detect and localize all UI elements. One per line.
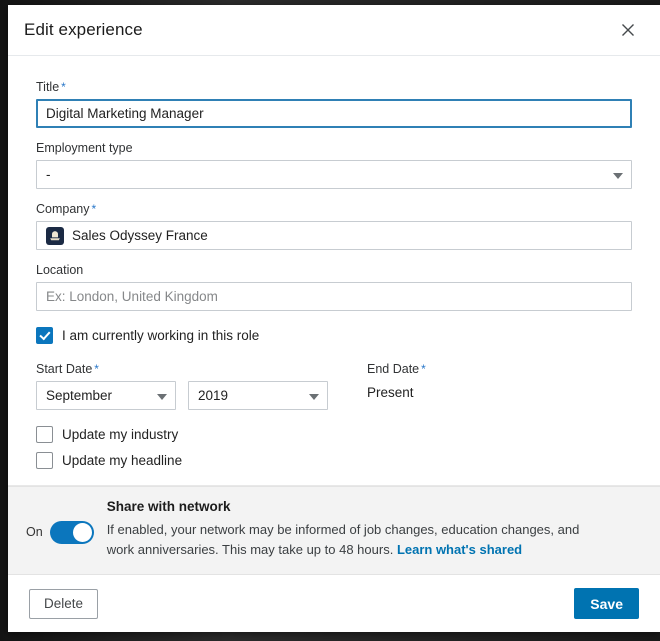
end-date-value: Present: [367, 385, 414, 400]
title-input[interactable]: [36, 99, 632, 128]
currently-working-label: I am currently working in this role: [62, 328, 260, 343]
share-description: If enabled, your network may be informed…: [107, 520, 607, 560]
share-toggle[interactable]: [49, 520, 94, 544]
company-logo-icon: [46, 226, 64, 245]
location-label: Location: [36, 263, 84, 277]
checkbox-checked-icon: [36, 327, 53, 344]
edit-experience-modal: Edit experience Title* Employment type -: [8, 5, 660, 632]
share-toggle-group[interactable]: On: [26, 520, 94, 544]
delete-button[interactable]: Delete: [29, 588, 99, 619]
start-date-group: Start Date * September 2019: [36, 362, 348, 410]
update-industry-checkbox[interactable]: Update my industry: [36, 426, 632, 443]
learn-what-is-shared-link[interactable]: Learn what's shared: [397, 542, 522, 557]
company-label: Company *: [36, 202, 97, 216]
end-date-group: End Date * Present: [348, 362, 632, 410]
start-year-select[interactable]: 2019: [188, 381, 328, 410]
employment-type-select[interactable]: -: [36, 160, 632, 189]
required-asterisk: *: [91, 202, 97, 216]
modal-footer: Delete Save: [8, 575, 660, 632]
date-row: Start Date * September 2019 End Date * P…: [36, 362, 632, 410]
checkbox-empty-icon: [36, 452, 53, 469]
employment-type-field-group: Employment type -: [36, 141, 632, 189]
update-headline-label: Update my headline: [62, 453, 183, 468]
page-title: Edit experience: [24, 20, 143, 39]
title-field-group: Title *: [36, 80, 632, 128]
save-button[interactable]: Save: [574, 588, 639, 619]
employment-type-label: Employment type: [36, 141, 133, 155]
start-month-select[interactable]: September: [36, 381, 176, 410]
start-year-value: 2019: [198, 388, 229, 403]
location-input[interactable]: [36, 282, 632, 311]
title-label: Title *: [36, 80, 66, 94]
update-industry-label: Update my industry: [62, 427, 179, 442]
share-with-network-section: On Share with network If enabled, your n…: [8, 485, 660, 575]
required-asterisk: *: [421, 362, 426, 376]
share-text-block: Share with network If enabled, your netw…: [94, 499, 607, 560]
required-asterisk: *: [61, 80, 66, 94]
form-scroll-area[interactable]: Title* Employment type - Company*: [8, 56, 660, 486]
update-headline-checkbox[interactable]: Update my headline: [36, 452, 632, 469]
share-title: Share with network: [106, 498, 231, 514]
scroll-edge: [8, 484, 660, 486]
checkbox-empty-icon: [36, 426, 53, 443]
start-month-value: September: [46, 388, 113, 403]
modal-header: Edit experience: [8, 5, 660, 56]
close-button[interactable]: [613, 15, 643, 45]
employment-type-value: -: [46, 167, 51, 182]
currently-working-checkbox[interactable]: I am currently working in this role: [36, 327, 632, 344]
start-date-label: Start Date *: [36, 362, 99, 376]
toggle-knob: [72, 522, 92, 542]
company-field-group: Company * Sales Odyssey France: [36, 202, 632, 250]
company-value: Sales Odyssey France: [72, 228, 208, 243]
location-field-group: Location: [36, 263, 632, 311]
company-input[interactable]: Sales Odyssey France: [36, 221, 632, 250]
close-icon: [618, 20, 638, 40]
share-toggle-state: On: [26, 525, 43, 540]
end-date-label: End Date *: [367, 362, 426, 376]
required-asterisk: *: [94, 362, 99, 376]
